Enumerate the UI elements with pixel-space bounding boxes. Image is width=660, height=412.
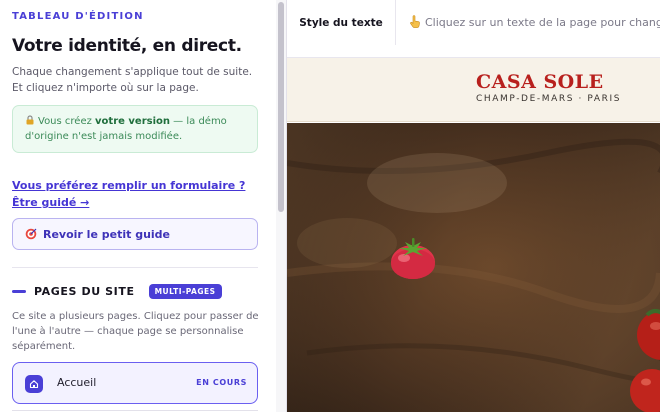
panel-intro: Chaque changement s'applique tout de sui… [12,66,253,94]
guide-button[interactable]: Revoir le petit guide [12,218,258,250]
site-brand[interactable]: CASA SOLE [476,71,604,93]
pages-description: Ce site a plusieurs pages. Cliquez pour … [12,311,259,352]
site-tagline[interactable]: CHAMP-DE-MARS · PARIS [476,94,621,104]
guide-button-label: Revoir le petit guide [43,227,171,241]
site-preview[interactable]: CASA SOLE CHAMP-DE-MARS · PARIS [287,58,660,412]
multi-pages-badge: MULTI-PAGES [148,283,222,299]
panel-scrollbar[interactable] [276,0,286,412]
version-notice: Vous créez votre version — la démo d'ori… [12,105,258,153]
tab-text-style[interactable]: Style du texte [287,0,396,45]
notice-emphasis: votre version [95,116,170,127]
section-divider [12,267,258,268]
pages-heading: PAGES DU SITE MULTI-PAGES [12,283,222,299]
site-header: CASA SOLE CHAMP-DE-MARS · PARIS [287,58,660,122]
panel-title: Votre identité, en direct. [12,36,242,56]
pages-heading-label: PAGES DU SITE [34,284,135,298]
toolbar-hint: Cliquez sur un texte de la page pour cha… [409,15,660,29]
editor-panel: TABLEAU D'ÉDITION Votre identité, en dir… [0,0,287,412]
panel-eyebrow: TABLEAU D'ÉDITION [12,11,144,22]
toolbar-hint-text: Cliquez sur un texte de la page pour cha… [425,16,660,29]
top-toolbar: Style du texte Cliquez sur un texte de l… [287,0,660,58]
form-link[interactable]: Vous préférez remplir un formulaire ? Êt… [12,177,264,211]
page-item-accueil[interactable]: Accueil EN COURS [12,362,258,404]
target-icon [25,228,37,240]
pointing-hand-icon [410,15,420,28]
home-icon [25,375,43,393]
page-item-name: Accueil [57,376,97,389]
section-marker [12,289,26,293]
page-item-status: EN COURS [196,378,247,387]
scrollbar-thumb[interactable] [278,2,284,212]
lock-icon [26,115,34,125]
hero-image [287,123,660,412]
notice-prefix: Vous créez [38,116,96,127]
tomato-icon [391,238,435,279]
